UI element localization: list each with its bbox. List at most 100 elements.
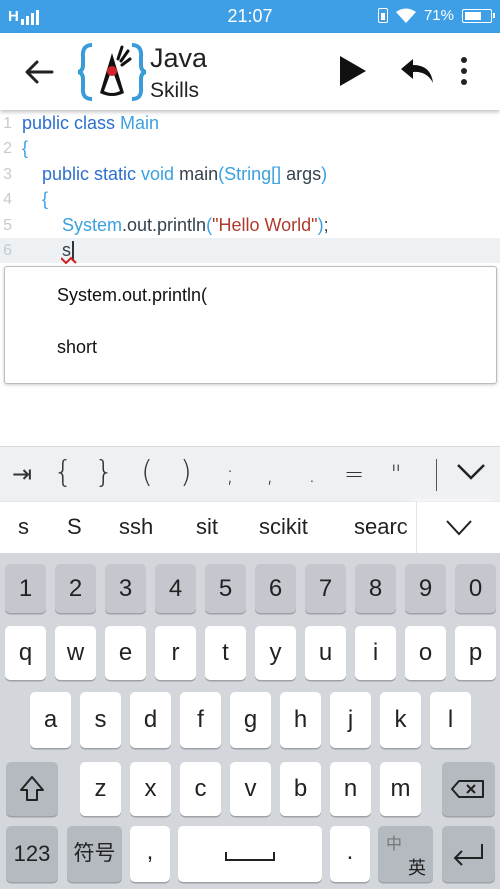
letter-key[interactable]: j	[330, 692, 371, 748]
letter-key[interactable]: e	[105, 626, 146, 680]
letter-key[interactable]: f	[180, 692, 221, 748]
letter-key[interactable]: s	[80, 692, 121, 748]
code-line[interactable]: 3 public static void main(String[] args)	[0, 162, 500, 187]
letter-key[interactable]: w	[55, 626, 96, 680]
letter-key[interactable]: m	[380, 762, 421, 816]
lang-chinese-label: 中	[386, 836, 403, 853]
keyboard: 1234567890 qwertyuiop asdfghjkl zxcvbnm …	[0, 553, 500, 889]
undo-icon[interactable]	[399, 55, 435, 87]
autocomplete-item[interactable]: short	[57, 337, 97, 358]
symbol-key[interactable]: .	[292, 460, 332, 488]
code-line[interactable]: 4{	[0, 187, 500, 212]
suggestion-word[interactable]: S	[67, 514, 82, 540]
app-bar: Java Skills	[0, 33, 500, 110]
code-token: .out.println	[122, 214, 207, 235]
space-bar-icon	[225, 852, 275, 861]
letter-key[interactable]: b	[280, 762, 321, 816]
line-number: 1	[3, 115, 12, 132]
number-key[interactable]: 1	[5, 564, 46, 613]
letter-key[interactable]: x	[130, 762, 171, 816]
shift-icon	[20, 776, 44, 801]
code-token: public class	[22, 113, 121, 133]
symbol-key[interactable]: ,	[250, 460, 290, 488]
letter-key[interactable]: u	[305, 626, 346, 680]
tab-key[interactable]: ⇥	[2, 460, 42, 488]
suggestion-word[interactable]: sit	[196, 514, 218, 540]
code-token: Main	[120, 113, 160, 133]
number-key[interactable]: 4	[155, 564, 196, 613]
letter-key[interactable]: a	[30, 692, 71, 748]
number-key[interactable]: 5	[205, 564, 246, 613]
autocomplete-item[interactable]: System.out.println(	[57, 285, 207, 306]
letter-key[interactable]: r	[155, 626, 196, 680]
code-token: ;	[323, 214, 329, 235]
suggestion-word[interactable]: searc	[354, 514, 408, 540]
enter-key[interactable]	[442, 826, 495, 882]
letter-key[interactable]: z	[80, 762, 121, 816]
letter-key[interactable]: c	[180, 762, 221, 816]
letter-key[interactable]: p	[455, 626, 496, 680]
code-token: System	[62, 214, 123, 235]
number-key[interactable]: 6	[255, 564, 296, 613]
symbol-key[interactable]: =	[334, 460, 374, 488]
language-key[interactable]: 中 英	[378, 826, 433, 882]
number-key[interactable]: 8	[355, 564, 396, 613]
letter-key[interactable]: h	[280, 692, 321, 748]
backspace-icon	[451, 780, 484, 798]
letter-key[interactable]: y	[255, 626, 296, 680]
number-key[interactable]: 2	[55, 564, 96, 613]
symbol-key[interactable]: ;	[210, 460, 250, 488]
code-line[interactable]: 5 System.out.println("Hello World");	[0, 213, 500, 238]
suggestion-expand[interactable]	[416, 502, 500, 554]
symbol-key[interactable]: (	[127, 455, 167, 490]
java-duke-logo	[78, 43, 146, 101]
code-line[interactable]: 2{	[0, 136, 500, 161]
symbol-key[interactable]: "	[376, 460, 416, 488]
letter-key[interactable]: q	[5, 626, 46, 680]
play-icon[interactable]	[336, 53, 368, 89]
letter-key[interactable]: l	[430, 692, 471, 748]
app-title-line1: Java	[150, 43, 208, 73]
status-bar: H 21:07 71%	[0, 0, 500, 33]
symbols-key[interactable]: 符号	[67, 826, 122, 882]
suggestion-word[interactable]: scikit	[259, 514, 308, 540]
code-token: void	[141, 163, 180, 184]
battery-fill	[465, 11, 481, 20]
numbers-key[interactable]: 123	[6, 826, 58, 882]
suggestion-word[interactable]: ssh	[119, 514, 153, 540]
number-key[interactable]: 7	[305, 564, 346, 613]
line-number: 6	[3, 242, 12, 259]
letter-key[interactable]: v	[230, 762, 271, 816]
letter-key[interactable]: i	[355, 626, 396, 680]
chevron-down-icon[interactable]	[445, 519, 473, 537]
letter-key[interactable]: d	[130, 692, 171, 748]
number-key[interactable]: 0	[455, 564, 496, 613]
letter-key[interactable]: k	[380, 692, 421, 748]
letter-key[interactable]: t	[205, 626, 246, 680]
backspace-key[interactable]	[442, 762, 495, 816]
letter-key[interactable]: o	[405, 626, 446, 680]
autocomplete-popup: System.out.println( short	[4, 266, 497, 384]
suggestion-bar: s S ssh sit scikit searc	[0, 501, 500, 554]
chevron-down-icon[interactable]	[455, 462, 487, 482]
battery-icon	[462, 8, 495, 23]
symbol-key[interactable]: )	[166, 455, 206, 490]
code-token: )	[321, 163, 328, 184]
divider	[436, 459, 437, 491]
code-line[interactable]: 1 public class Main	[0, 111, 500, 136]
number-key[interactable]: 3	[105, 564, 146, 613]
arrow-left-icon[interactable]	[22, 55, 56, 89]
comma-key[interactable]: ,	[130, 826, 170, 882]
period-key[interactable]: .	[330, 826, 370, 882]
symbol-key[interactable]: {	[43, 455, 83, 490]
shift-key[interactable]	[6, 762, 58, 816]
letter-key[interactable]: n	[330, 762, 371, 816]
symbol-key[interactable]: }	[84, 455, 124, 490]
suggestion-word[interactable]: s	[18, 514, 29, 540]
code-token: main	[179, 163, 219, 184]
code-token: {	[22, 138, 29, 159]
number-key[interactable]: 9	[405, 564, 446, 613]
more-vert-icon[interactable]	[452, 53, 476, 89]
space-key[interactable]	[178, 826, 322, 882]
letter-key[interactable]: g	[230, 692, 271, 748]
